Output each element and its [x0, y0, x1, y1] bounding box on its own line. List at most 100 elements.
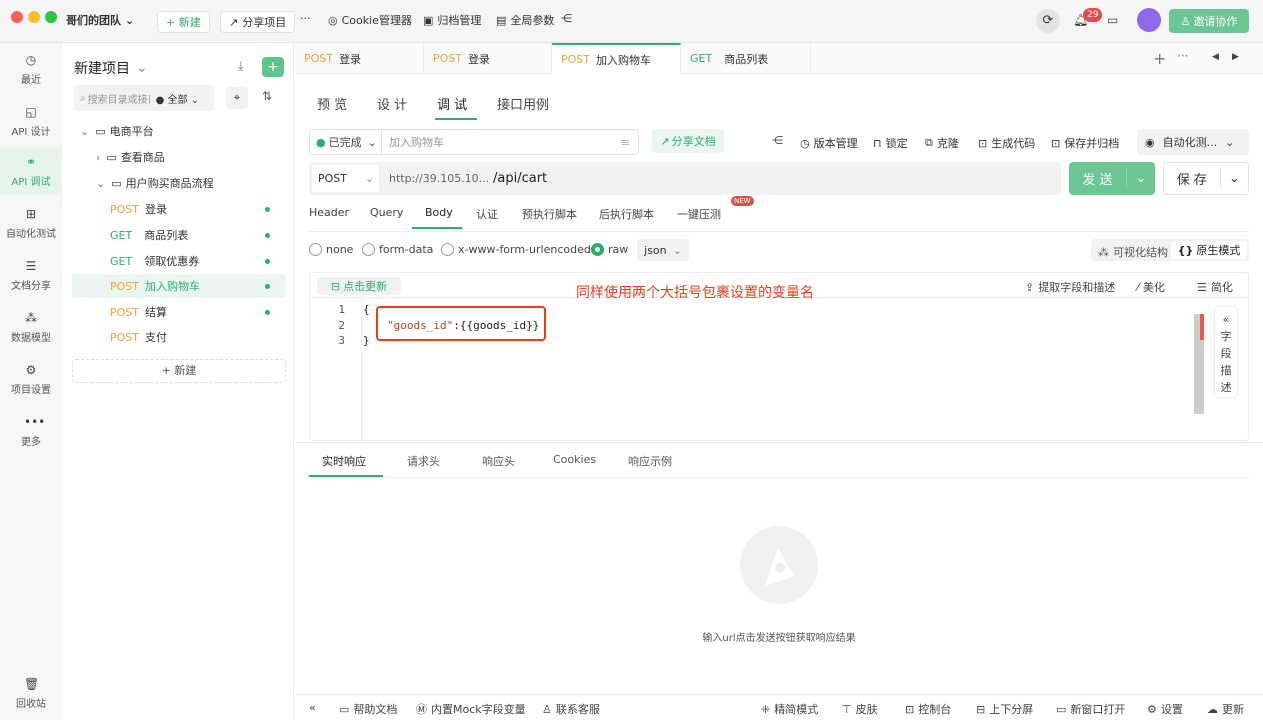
save-archive-button[interactable]: ⊡ 保存并归档 [1051, 135, 1119, 151]
nav-api-debug[interactable]: ⚭ API 调试 [0, 147, 62, 195]
import-icon[interactable]: ⤓ [238, 59, 244, 74]
more-tabs-icon[interactable]: ··· [1177, 49, 1188, 63]
view-tab-design[interactable]: 设 计 [377, 94, 407, 113]
document-icon[interactable]: ▭ [1107, 13, 1118, 27]
tab-product-list[interactable]: GET 商品列表 [681, 43, 811, 74]
refresh-button[interactable]: ⊟ 点击更新 [317, 277, 401, 295]
prev-tab-icon[interactable]: ◀ [1212, 52, 1219, 62]
settings-button[interactable]: ⚙ 设置 [1147, 701, 1183, 717]
tree-api-item[interactable]: GET 商品列表 [72, 223, 286, 247]
global-params-button[interactable]: ▤ 全局参数 [496, 12, 554, 28]
invite-button[interactable]: ♙ 邀请协作 [1169, 9, 1249, 33]
req-tab-body[interactable]: Body [425, 206, 453, 219]
resp-tab-example[interactable]: 响应示例 [628, 453, 672, 469]
locate-icon[interactable]: ⌖ [226, 87, 248, 109]
req-tab-header[interactable]: Header [309, 206, 349, 219]
req-tab-postscript[interactable]: 后执行脚本 [599, 206, 654, 222]
tree-folder-purchase-flow[interactable]: ⌄ ▭ 用户购买商品流程 [72, 171, 286, 195]
tree-api-item[interactable]: POST 登录 [72, 197, 286, 221]
nav-data-model[interactable]: ⁂ 数据模型 [0, 311, 62, 351]
next-tab-icon[interactable]: ▶ [1232, 52, 1239, 62]
status-select[interactable]: ● 已完成 ⌄ [310, 130, 382, 154]
new-window-button[interactable]: ▭ 新窗口打开 [1056, 701, 1125, 717]
resp-tab-cookies[interactable]: Cookies [553, 453, 596, 466]
view-tab-debug[interactable]: 调 试 [437, 94, 467, 113]
edit-icon[interactable]: ≡ [621, 136, 638, 149]
skin-button[interactable]: ⊤ 皮肤 [842, 701, 878, 717]
more-menu[interactable]: ··· [300, 12, 311, 25]
help-docs-button[interactable]: ▭ 帮助文档 [339, 701, 397, 717]
maximize-window-button[interactable] [45, 11, 57, 23]
project-selector[interactable]: 新建项目 ⌄ [74, 58, 148, 78]
close-window-button[interactable] [11, 11, 23, 23]
collapse-menu-icon[interactable]: ⋲ [561, 12, 572, 25]
support-button[interactable]: ♙ 联系客服 [542, 701, 600, 717]
req-tab-stress[interactable]: 一键压测 [677, 206, 721, 222]
tab-login-1[interactable]: POST 登录 [295, 43, 424, 74]
nav-project-settings[interactable]: ⚙ 项目设置 [0, 363, 62, 403]
nav-api-design[interactable]: ◱ API 设计 [0, 105, 62, 145]
tree-api-item[interactable]: POST 支付 [72, 325, 286, 349]
extract-fields-button[interactable]: ⇪ 提取字段和描述 [1025, 279, 1115, 295]
format-select[interactable]: json ⌄ [637, 239, 689, 261]
req-tab-prescript[interactable]: 预执行脚本 [522, 206, 577, 222]
view-tab-cases[interactable]: 接口用例 [497, 94, 549, 113]
gen-code-button[interactable]: ⊡ 生成代码 [978, 135, 1035, 151]
radio-raw[interactable]: raw [591, 243, 628, 256]
tree-new-button[interactable]: + 新建 [72, 359, 286, 383]
split-divider[interactable] [295, 442, 1263, 443]
split-button[interactable]: ⊟ 上下分屏 [976, 701, 1033, 717]
tree-folder-ecommerce[interactable]: ⌄ ▭ 电商平台 [72, 119, 286, 143]
radio-none[interactable]: none [309, 243, 353, 256]
update-button[interactable]: ☁ 更新 [1207, 701, 1244, 717]
outline-icon[interactable]: ⋲ [772, 134, 783, 147]
tree-api-item[interactable]: GET 领取优惠券 [72, 249, 286, 273]
resp-tab-req-headers[interactable]: 请求头 [407, 453, 440, 469]
clone-button[interactable]: ⧉ 克隆 [925, 135, 959, 151]
req-tab-auth[interactable]: 认证 [476, 206, 498, 222]
resp-tab-resp-headers[interactable]: 响应头 [482, 453, 515, 469]
archive-button[interactable]: ▣ 归档管理 [423, 12, 481, 28]
tree-folder-view-products[interactable]: › ▭ 查看商品 [72, 145, 286, 169]
base-url[interactable]: http://39.105.10... [389, 172, 489, 185]
share-project-button[interactable]: ↗ 分享项目 [220, 11, 296, 33]
mode-visual-button[interactable]: ⁂ 可视化结构 [1098, 244, 1168, 260]
compact-mode-button[interactable]: ⁜ 精简模式 [761, 701, 818, 717]
simplify-button[interactable]: ☰ 简化 [1197, 279, 1233, 295]
radio-urlencoded[interactable]: x-www-form-urlencoded [441, 243, 591, 256]
lock-button[interactable]: ⊓ 锁定 [873, 135, 908, 151]
view-tab-preview[interactable]: 预 览 [317, 94, 347, 113]
method-select[interactable]: POST ⌄ [312, 165, 379, 192]
minimize-window-button[interactable] [28, 11, 40, 23]
chevron-down-icon[interactable]: ⌄ [1127, 171, 1155, 186]
chevron-down-icon[interactable]: ⌄ [1221, 171, 1248, 186]
collapse-sidebar-icon[interactable]: « [309, 701, 316, 714]
field-desc-panel[interactable]: « 字 段 描 述 [1214, 306, 1238, 398]
resp-tab-live[interactable]: 实时响应 [322, 453, 366, 469]
send-button[interactable]: 发 送 ⌄ [1069, 162, 1155, 195]
nav-doc-share[interactable]: ☰ 文档分享 [0, 259, 62, 299]
api-name-input[interactable]: 加入购物车 [382, 134, 621, 150]
add-tab-icon[interactable]: + [1153, 49, 1166, 68]
search-input[interactable]: ⌕搜索目录或接口 ● 全部 ⌄ [74, 85, 214, 111]
cookie-manager-button[interactable]: ◎ Cookie管理器 [328, 12, 412, 28]
nav-trash[interactable]: 🗑︎ 回收站 [0, 677, 62, 717]
add-icon[interactable]: + [262, 57, 284, 77]
tab-login-2[interactable]: POST 登录 [424, 43, 552, 74]
beautify-button[interactable]: ⁄ 美化 [1137, 279, 1165, 295]
avatar[interactable] [1137, 8, 1161, 32]
tree-api-item[interactable]: POST 结算 [72, 300, 286, 324]
filter-dropdown[interactable]: ● 全部 ⌄ [156, 91, 199, 106]
sort-icon[interactable]: ⇅ [262, 89, 272, 103]
url-path-input[interactable]: /api/cart [493, 171, 547, 186]
nav-automation[interactable]: ⊞ 自动化测试 [0, 207, 62, 247]
version-button[interactable]: ◷ 版本管理 [800, 135, 858, 151]
save-button[interactable]: 保 存 ⌄ [1163, 162, 1249, 195]
console-button[interactable]: ⊡ 控制台 [905, 701, 951, 717]
nav-recent[interactable]: ◷ 最近 [0, 53, 62, 93]
team-selector[interactable]: 哥们的团队 ⌄ [66, 12, 134, 28]
mock-vars-button[interactable]: Ⓜ 内置Mock字段变量 [416, 701, 526, 717]
auto-test-dropdown[interactable]: ◉ 自动化测... ⌄ [1137, 129, 1249, 155]
share-doc-button[interactable]: ↗ 分享文档 [652, 129, 724, 153]
nav-more[interactable]: ••• 更多 [0, 415, 62, 455]
